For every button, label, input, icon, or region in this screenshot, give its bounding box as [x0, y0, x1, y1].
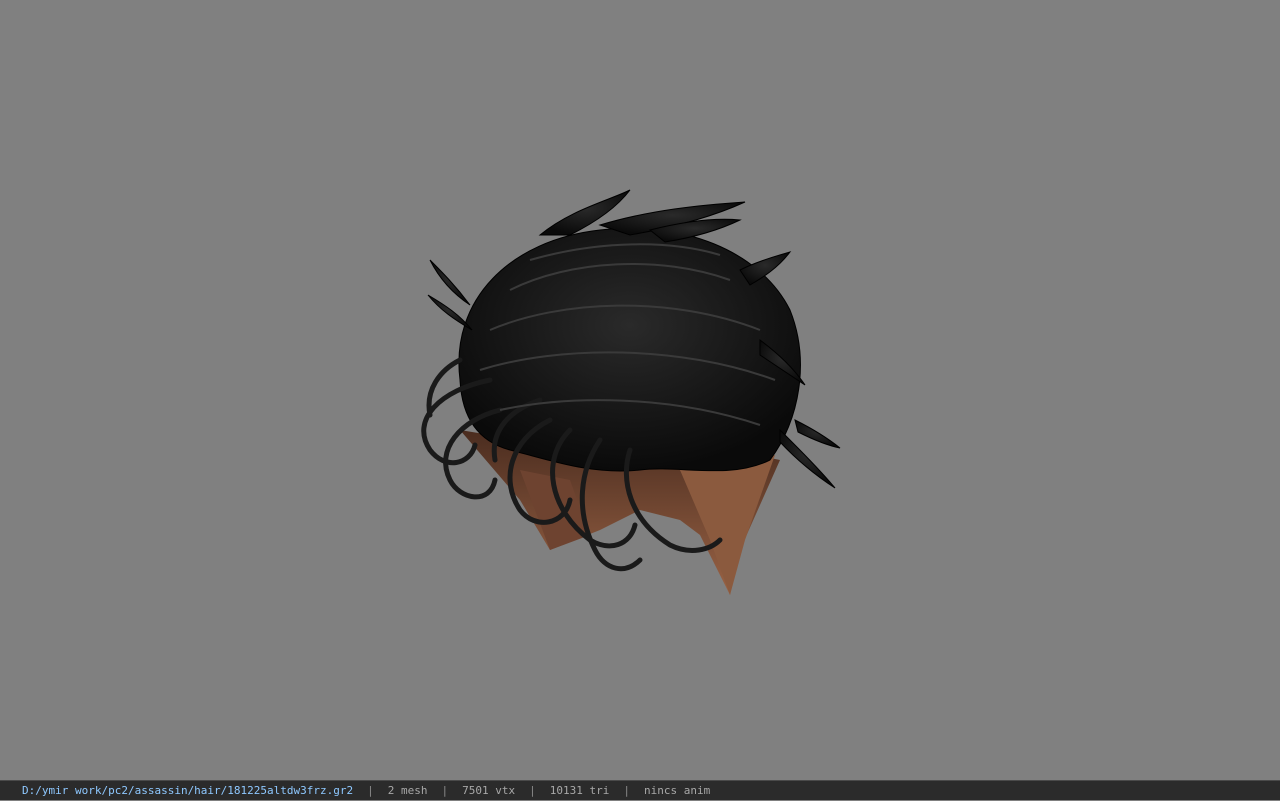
separator: | [529, 784, 536, 797]
3d-viewport[interactable] [0, 0, 1280, 780]
status-bar: D:/ymir work/pc2/assassin/hair/181225alt… [0, 780, 1280, 800]
mesh-count: 2 mesh [387, 784, 428, 797]
hair-model-render [421, 189, 841, 595]
file-path: D:/ymir work/pc2/assassin/hair/181225alt… [22, 784, 354, 797]
vertex-count: 7501 vtx [462, 784, 516, 797]
triangle-count: 10131 tri [549, 784, 610, 797]
separator: | [623, 784, 630, 797]
separator: | [367, 784, 374, 797]
animation-status: nincs anim [643, 784, 711, 797]
separator: | [441, 784, 449, 797]
